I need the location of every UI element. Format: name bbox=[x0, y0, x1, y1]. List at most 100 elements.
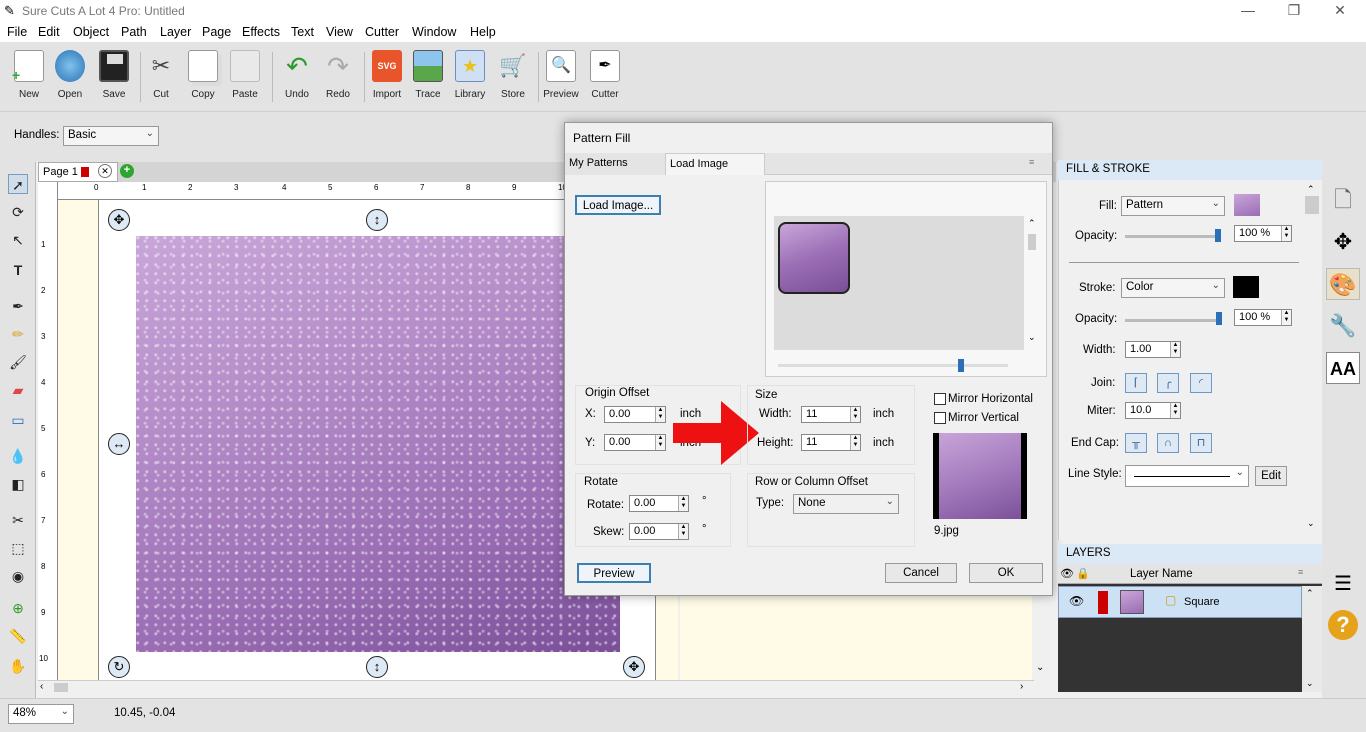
visibility-eye-icon[interactable]: 👁 bbox=[1060, 567, 1074, 580]
layers-scrollbar[interactable]: ⌃ ⌄ bbox=[1302, 586, 1322, 692]
menu-file[interactable]: File bbox=[7, 25, 27, 39]
menu-effects[interactable]: Effects bbox=[242, 25, 280, 39]
fill-pattern-swatch[interactable] bbox=[1234, 194, 1260, 216]
ok-button[interactable]: OK bbox=[969, 563, 1043, 583]
eyedropper-tool-icon[interactable]: 💧 bbox=[8, 446, 28, 466]
menu-edit[interactable]: Edit bbox=[38, 25, 60, 39]
scroll-right-icon[interactable]: › bbox=[1020, 681, 1023, 692]
resize-vertical-handle-icon[interactable]: ↕ bbox=[366, 209, 388, 231]
stepper-icon[interactable]: ▲ ▼ bbox=[850, 407, 860, 422]
layers-menu-icon[interactable]: ≡ bbox=[1298, 567, 1303, 577]
layer-color-swatch[interactable] bbox=[1098, 591, 1108, 614]
menu-object[interactable]: Object bbox=[73, 25, 109, 39]
resize-corner-handle-icon[interactable]: ✥ bbox=[623, 656, 645, 678]
cap-butt-icon[interactable]: ╥ bbox=[1125, 433, 1147, 453]
gallery-scroll-thumb[interactable] bbox=[1028, 234, 1036, 250]
minimize-button[interactable]: — bbox=[1228, 2, 1268, 18]
gallery-scroll-up-icon[interactable]: ⌃ bbox=[1028, 218, 1036, 229]
zoom-tool-icon[interactable]: ⊕ bbox=[8, 598, 28, 618]
lock-icon[interactable]: 🔒 bbox=[1076, 567, 1090, 580]
line-style-select[interactable]: ⌄ bbox=[1125, 465, 1249, 487]
stepper-icon[interactable]: ▲ ▼ bbox=[1281, 226, 1291, 241]
scroll-left-icon[interactable]: ‹ bbox=[40, 681, 43, 692]
offset-type-select[interactable]: None ⌄ bbox=[793, 494, 899, 514]
pattern-thumbnail[interactable] bbox=[778, 222, 850, 294]
store-button[interactable]: 🛒 Store bbox=[493, 50, 533, 100]
panel-scroll-up-icon[interactable]: ⌃ bbox=[1307, 184, 1315, 195]
add-page-icon[interactable]: + bbox=[120, 164, 134, 178]
handles-select[interactable]: Basic ⌄ bbox=[63, 126, 159, 146]
gradient-tool-icon[interactable]: ◧ bbox=[8, 474, 28, 494]
resize-vertical-bottom-handle-icon[interactable]: ↕ bbox=[366, 656, 388, 678]
rectangle-tool-icon[interactable]: ▭ bbox=[8, 410, 28, 430]
size-width-input[interactable]: 11 ▲ ▼ bbox=[801, 406, 861, 423]
cancel-button[interactable]: Cancel bbox=[885, 563, 957, 583]
stepper-icon[interactable]: ▲ ▼ bbox=[678, 496, 688, 511]
menu-cutter[interactable]: Cutter bbox=[365, 25, 399, 39]
load-image-button[interactable]: Load Image... bbox=[575, 195, 661, 215]
copy-button[interactable]: Copy bbox=[183, 50, 223, 100]
layers-scroll-up-icon[interactable]: ⌃ bbox=[1306, 588, 1314, 599]
fill-stroke-palette-icon[interactable]: 🎨 bbox=[1326, 268, 1360, 300]
layer-row[interactable]: 👁 ▢ Square bbox=[1058, 586, 1302, 618]
cutter-button[interactable]: ✒ Cutter bbox=[585, 50, 625, 100]
join-miter-icon[interactable]: ⌈ bbox=[1125, 373, 1147, 393]
import-button[interactable]: SVG Import bbox=[367, 50, 407, 100]
size-height-input[interactable]: 11 ▲ ▼ bbox=[801, 434, 861, 451]
eraser-tool-icon[interactable]: ▰ bbox=[8, 380, 28, 400]
stroke-type-select[interactable]: Color ⌄ bbox=[1121, 278, 1225, 298]
fill-opacity-slider[interactable] bbox=[1125, 235, 1221, 238]
redo-button[interactable]: ↷ Redo bbox=[318, 50, 358, 100]
edit-line-style-button[interactable]: Edit bbox=[1255, 466, 1287, 486]
text-tool-icon[interactable]: T bbox=[8, 260, 28, 280]
hand-tool-icon[interactable]: ✋ bbox=[8, 656, 28, 676]
transform-move-icon[interactable]: ✥ bbox=[1326, 226, 1360, 258]
resize-horizontal-handle-icon[interactable]: ↔ bbox=[108, 433, 130, 455]
help-icon[interactable]: ? bbox=[1328, 610, 1358, 640]
menu-text[interactable]: Text bbox=[291, 25, 314, 39]
close-button[interactable]: ✕ bbox=[1320, 2, 1360, 19]
rotate-input[interactable]: 0.00 ▲ ▼ bbox=[629, 495, 689, 512]
thumbnail-size-slider[interactable] bbox=[778, 364, 1008, 367]
dialog-menu-icon[interactable]: ≡ bbox=[1029, 157, 1034, 167]
cut-button[interactable]: ✂ Cut bbox=[141, 50, 181, 100]
thumbnail-size-thumb[interactable] bbox=[958, 359, 964, 372]
cap-round-icon[interactable]: ∩ bbox=[1157, 433, 1179, 453]
mirror-vertical-checkbox[interactable] bbox=[934, 412, 946, 424]
ruler-tool-icon[interactable]: 📏 bbox=[8, 626, 28, 646]
stroke-opacity-input[interactable]: 100 % ▲ ▼ bbox=[1234, 309, 1292, 326]
stroke-opacity-slider[interactable] bbox=[1125, 319, 1221, 322]
stepper-icon[interactable]: ▲ ▼ bbox=[678, 524, 688, 539]
pencil-tool-icon[interactable]: ✏ bbox=[8, 324, 28, 344]
new-button[interactable]: + New bbox=[9, 50, 49, 100]
menu-page[interactable]: Page bbox=[202, 25, 231, 39]
scroll-down-icon[interactable]: ⌄ bbox=[1036, 662, 1044, 673]
transform-tool-icon[interactable]: ⬚ bbox=[8, 538, 28, 558]
horizontal-scrollbar[interactable]: ‹ › bbox=[38, 680, 1034, 694]
weld-tool-icon[interactable]: ◉ bbox=[8, 566, 28, 586]
stepper-icon[interactable]: ▲ ▼ bbox=[655, 435, 665, 450]
menu-path[interactable]: Path bbox=[121, 25, 147, 39]
fill-opacity-thumb[interactable] bbox=[1215, 229, 1221, 242]
skew-input[interactable]: 0.00 ▲ ▼ bbox=[629, 523, 689, 540]
lasso-tool-icon[interactable]: ⟳ bbox=[8, 202, 28, 222]
paste-button[interactable]: Paste bbox=[225, 50, 265, 100]
menu-help[interactable]: Help bbox=[470, 25, 496, 39]
menu-layer[interactable]: Layer bbox=[160, 25, 191, 39]
text-panel-icon[interactable]: AA bbox=[1326, 352, 1360, 384]
zoom-select[interactable]: 48% ⌄ bbox=[8, 704, 74, 724]
stroke-color-swatch[interactable] bbox=[1233, 276, 1259, 298]
scroll-thumb[interactable] bbox=[54, 683, 68, 692]
save-button[interactable]: Save bbox=[94, 50, 134, 100]
panel-scroll-thumb[interactable] bbox=[1305, 196, 1319, 214]
preview-button[interactable]: 🔍 Preview bbox=[541, 50, 581, 100]
stepper-icon[interactable]: ▲ ▼ bbox=[1170, 403, 1180, 418]
gallery-scroll-down-icon[interactable]: ⌄ bbox=[1028, 332, 1036, 343]
library-button[interactable]: ★ Library bbox=[450, 50, 490, 100]
layers-panel-icon[interactable]: ☰ bbox=[1326, 568, 1360, 600]
origin-x-input[interactable]: 0.00 ▲ ▼ bbox=[604, 406, 666, 423]
fill-type-select[interactable]: Pattern ⌄ bbox=[1121, 196, 1225, 216]
layers-scroll-down-icon[interactable]: ⌄ bbox=[1306, 678, 1314, 689]
document-panel-icon[interactable]: 🗋 bbox=[1326, 184, 1360, 216]
tab-my-patterns[interactable]: My Patterns bbox=[565, 153, 665, 175]
